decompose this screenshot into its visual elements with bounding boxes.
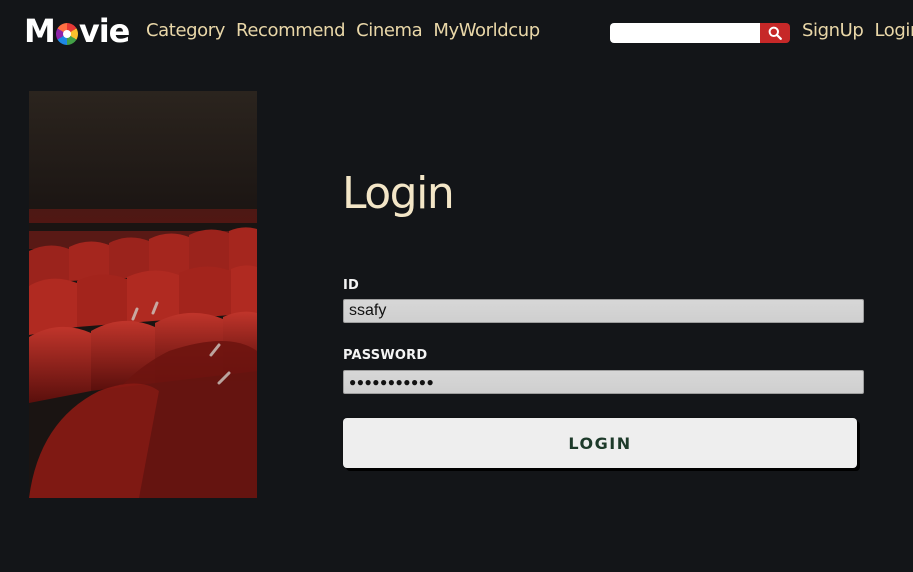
search-bar bbox=[610, 23, 790, 43]
nav-link-recommend[interactable]: Recommend bbox=[236, 20, 345, 41]
page-title: Login bbox=[342, 168, 455, 219]
id-field[interactable] bbox=[343, 299, 864, 323]
auth-links: SignUp Login bbox=[802, 20, 913, 41]
cinema-seats-image bbox=[29, 91, 257, 498]
search-button[interactable] bbox=[760, 23, 790, 43]
id-label: ID bbox=[343, 278, 360, 293]
search-input[interactable] bbox=[610, 23, 760, 43]
signup-link[interactable]: SignUp bbox=[802, 20, 864, 41]
login-button[interactable]: LOGIN bbox=[343, 418, 857, 468]
logo-text-right: vie bbox=[78, 12, 131, 50]
nav-links: Category Recommend Cinema MyWorldcup bbox=[146, 20, 540, 41]
logo-text-left: M bbox=[24, 12, 56, 50]
password-field[interactable] bbox=[343, 370, 864, 394]
navbar: M vie Category Recommend Cinema MyWorldc… bbox=[0, 0, 913, 64]
nav-link-myworldcup[interactable]: MyWorldcup bbox=[433, 20, 540, 41]
password-label: PASSWORD bbox=[343, 348, 428, 363]
movie-logo[interactable]: M vie bbox=[24, 12, 131, 50]
nav-link-category[interactable]: Category bbox=[146, 20, 225, 41]
login-link[interactable]: Login bbox=[874, 20, 913, 41]
nav-link-cinema[interactable]: Cinema bbox=[356, 20, 423, 41]
cinema-seats-illustration bbox=[29, 91, 257, 498]
film-reel-icon bbox=[55, 23, 78, 45]
search-icon bbox=[768, 26, 782, 40]
